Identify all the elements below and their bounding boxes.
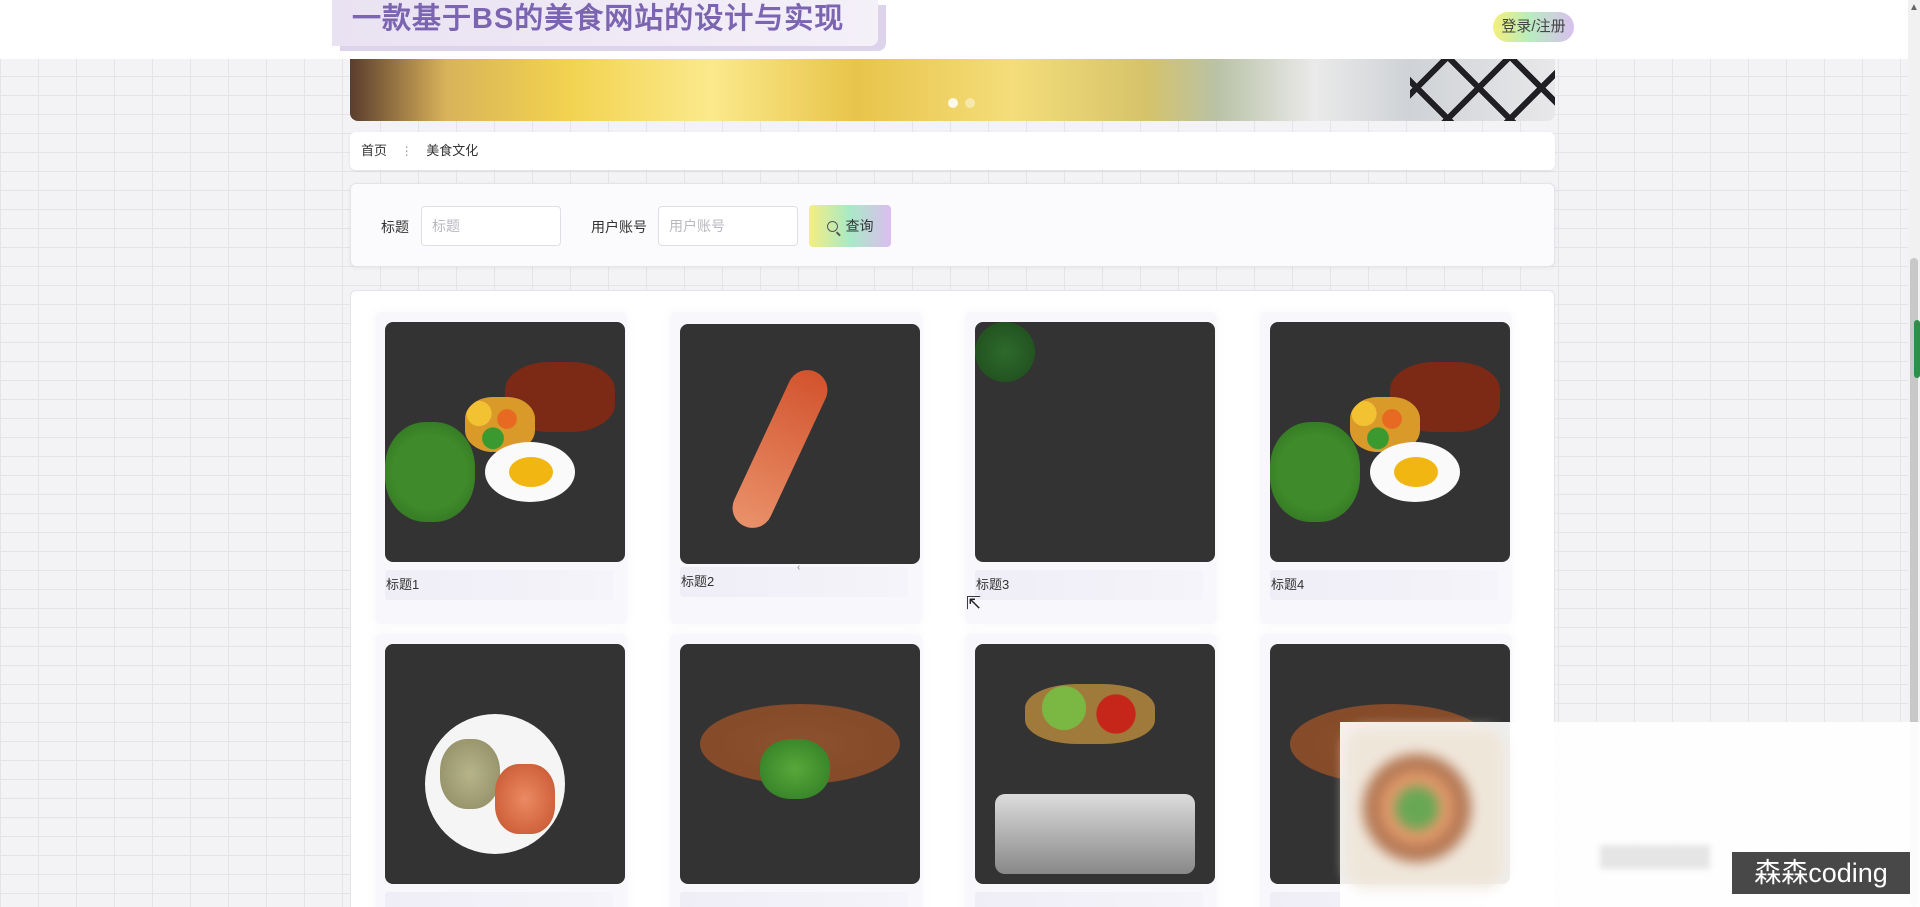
mouse-cursor-icon: ⇱ xyxy=(966,593,982,613)
food-card[interactable] xyxy=(375,634,627,907)
spicy-shrimp-image[interactable] xyxy=(680,324,920,564)
chevron-left-icon: ‹ xyxy=(797,562,801,573)
carousel-dot[interactable] xyxy=(948,98,958,108)
rice-bowl-image[interactable] xyxy=(385,322,625,562)
fish-plate-image[interactable] xyxy=(385,644,625,884)
banner-grill-image xyxy=(1410,59,1555,121)
food-card-title[interactable]: 标题3 xyxy=(975,570,1203,600)
account-search-input[interactable] xyxy=(658,206,798,246)
title-search-input[interactable] xyxy=(421,206,561,246)
breadcrumb-separator-icon: ⋮ xyxy=(400,144,413,158)
query-button[interactable]: 查询 xyxy=(809,205,891,247)
query-button-label: 查询 xyxy=(845,218,874,234)
banner-carousel[interactable] xyxy=(350,59,1555,121)
side-indicator xyxy=(1914,320,1920,378)
search-icon xyxy=(826,221,838,232)
breadcrumb: 首页 ⋮ 美食文化 xyxy=(350,132,1555,170)
food-card-title[interactable] xyxy=(385,892,613,907)
food-card-title[interactable] xyxy=(975,892,1203,907)
food-card-title[interactable]: 标题4 xyxy=(1270,570,1498,600)
breadcrumb-home-link[interactable]: 首页 xyxy=(361,143,387,158)
site-title: 一款基于BS的美食网站的设计与实现 xyxy=(332,0,879,46)
hotpot-image[interactable] xyxy=(975,322,1215,562)
food-card[interactable]: 标题2 xyxy=(670,312,922,624)
carousel-dot[interactable] xyxy=(965,98,975,108)
breadcrumb-current: 美食文化 xyxy=(426,143,479,158)
search-panel: 标题 用户账号 查询 xyxy=(350,183,1555,267)
food-card[interactable]: 标题3 xyxy=(965,312,1217,624)
blurred-food-image xyxy=(1345,728,1505,888)
title-label: 标题 xyxy=(381,219,409,235)
food-card[interactable] xyxy=(965,634,1217,907)
watermark: 森森coding xyxy=(1732,852,1910,894)
noodle-soup-image[interactable] xyxy=(680,644,920,884)
top-bar: 一款基于BS的美食网站的设计与实现 登录/注册 xyxy=(0,0,1908,59)
food-card[interactable]: 标题1 xyxy=(375,312,627,624)
food-card-title[interactable]: 标题1 xyxy=(385,570,613,600)
blurred-text xyxy=(1600,845,1710,869)
rice-bowl-image[interactable] xyxy=(1270,322,1510,562)
scroll-up-arrow-icon[interactable]: ▲ xyxy=(1909,2,1919,13)
dry-pot-image[interactable] xyxy=(975,644,1215,884)
login-register-button[interactable]: 登录/注册 xyxy=(1493,12,1574,42)
account-label: 用户账号 xyxy=(591,219,647,235)
food-card-title[interactable] xyxy=(680,892,908,907)
food-card[interactable]: 标题4 xyxy=(1260,312,1512,624)
food-card-title[interactable]: 标题2 xyxy=(680,567,908,597)
food-card[interactable] xyxy=(670,634,922,907)
